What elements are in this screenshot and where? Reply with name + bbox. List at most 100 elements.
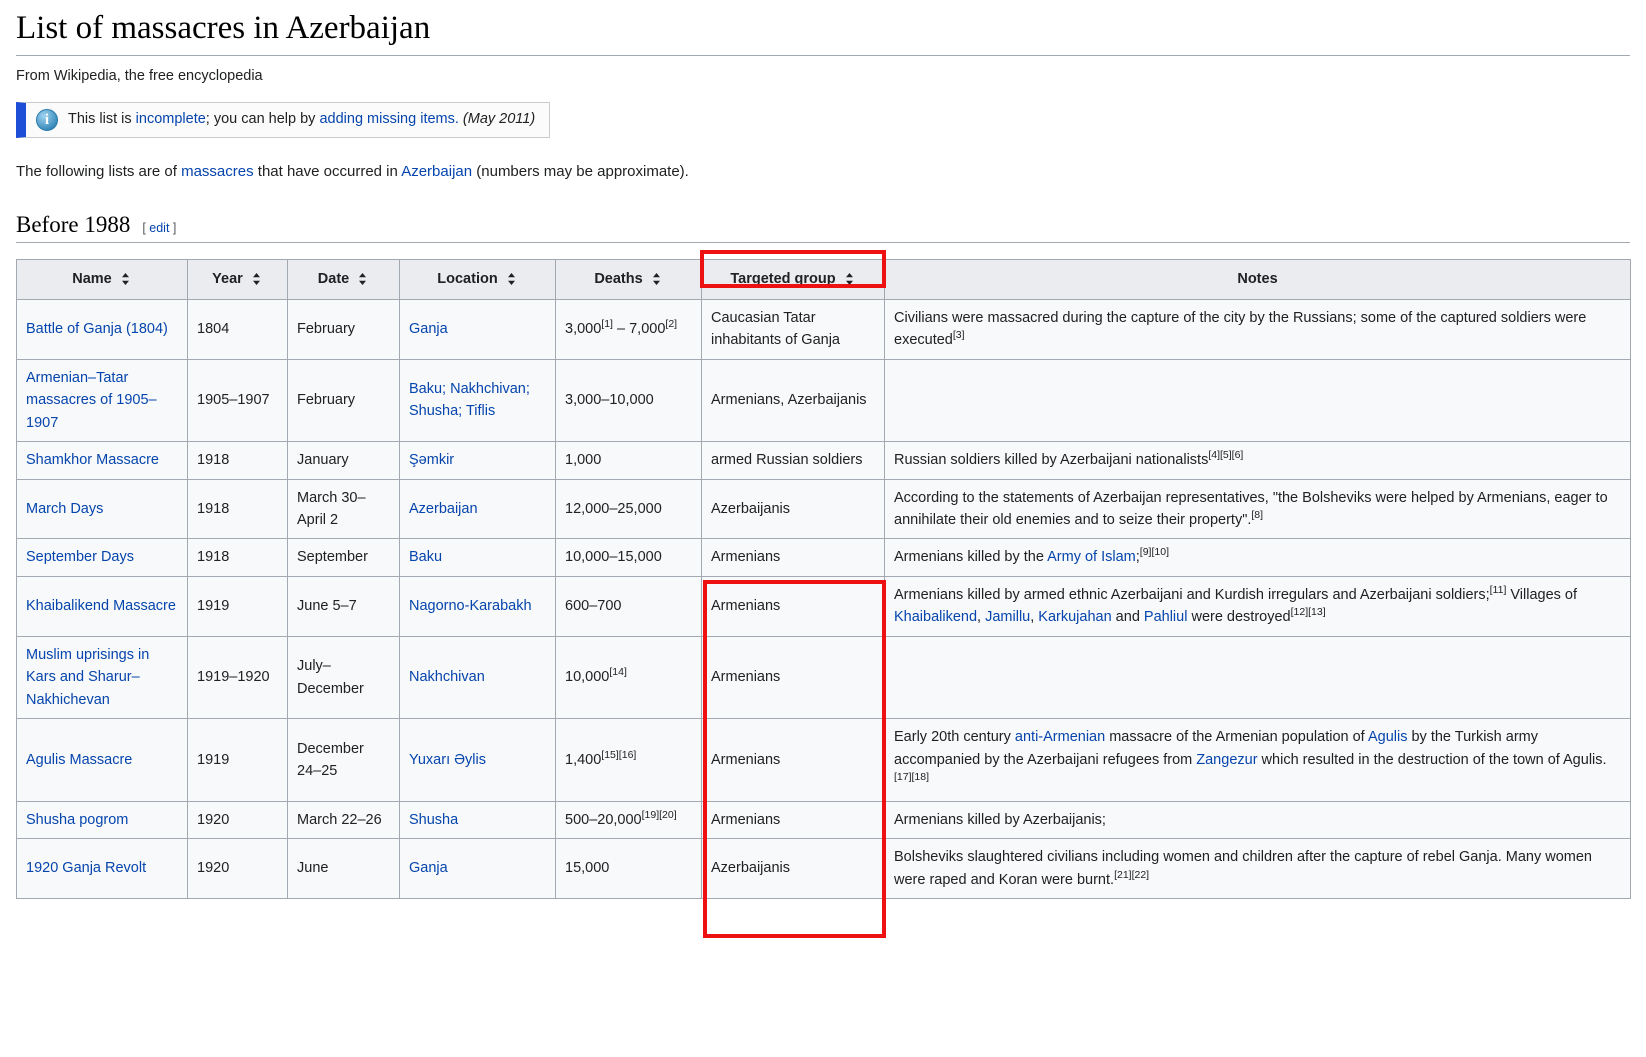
agulis-link[interactable]: Agulis — [1368, 729, 1408, 745]
cell-deaths: 500–20,000[19][20] — [555, 800, 702, 840]
reference-link[interactable]: [8] — [1251, 509, 1263, 521]
column-header-date[interactable]: Date — [287, 259, 400, 300]
cell-notes: Armenians killed by Azerbaijanis; — [884, 800, 1631, 840]
column-header-name[interactable]: Name — [16, 259, 188, 300]
table-row: 1920 Ganja Revolt 1920 June Ganja 15,000… — [16, 838, 1631, 900]
row-name-link[interactable]: Agulis Massacre — [26, 752, 132, 768]
row-name-link[interactable]: 1920 Ganja Revolt — [26, 860, 146, 876]
notes-text: Armenians killed by the — [894, 549, 1048, 566]
incomplete-link[interactable]: incomplete — [136, 111, 206, 127]
row-name-link[interactable]: September Days — [26, 549, 134, 565]
row-name-link[interactable]: March Days — [26, 501, 103, 517]
cell-date: March 22–26 — [287, 800, 400, 840]
table-row: Khaibalikend Massacre 1919 June 5–7 Nago… — [16, 575, 1631, 637]
sort-icon[interactable] — [120, 272, 132, 286]
army-of-islam-link[interactable]: Army of Islam — [1047, 549, 1136, 565]
cell-location: Nagorno-Karabakh — [399, 575, 556, 637]
location-link[interactable]: Azerbaijan — [409, 501, 478, 517]
cell-deaths: 10,000[14] — [555, 635, 702, 720]
row-name-link[interactable]: Khaibalikend Massacre — [26, 598, 176, 614]
cell-location: Azerbaijan — [399, 478, 556, 540]
azerbaijan-link[interactable]: Azerbaijan — [401, 163, 472, 180]
reference-link[interactable]: [17][18] — [894, 771, 929, 783]
reference-link[interactable]: [21][22] — [1114, 869, 1149, 881]
section-heading-label: Before 1988 — [16, 212, 131, 238]
column-header-deaths[interactable]: Deaths — [555, 259, 702, 300]
adding-missing-items-link[interactable]: adding missing items. — [319, 111, 458, 127]
reference-link[interactable]: [9][10] — [1140, 547, 1169, 559]
cell-date: June 5–7 — [287, 575, 400, 637]
cell-date: March 30–April 2 — [287, 478, 400, 540]
cell-notes: Armenians killed by the Army of Islam;[9… — [884, 538, 1631, 577]
sort-icon[interactable] — [357, 272, 369, 286]
reference-link[interactable]: [4][5][6] — [1208, 449, 1243, 461]
location-link[interactable]: Nakhchivan — [409, 669, 485, 685]
cell-targeted-group: armed Russian soldiers — [701, 441, 885, 480]
table-row: March Days 1918 March 30–April 2 Azerbai… — [16, 478, 1631, 540]
reference-link[interactable]: [12][13] — [1291, 607, 1326, 619]
cell-deaths: 15,000 — [555, 838, 702, 900]
location-link[interactable]: Nagorno-Karabakh — [409, 598, 532, 614]
village-link-khaibalikend[interactable]: Khaibalikend — [894, 609, 977, 625]
reference-link[interactable]: [2] — [665, 318, 677, 330]
column-header-targeted-group[interactable]: Targeted group — [701, 259, 885, 300]
row-name-link[interactable]: Shamkhor Massacre — [26, 452, 159, 468]
table-row: Battle of Ganja (1804) 1804 February Gan… — [16, 298, 1631, 360]
location-link[interactable]: Shusha — [409, 812, 458, 828]
sort-icon[interactable] — [251, 272, 263, 286]
sort-icon[interactable] — [844, 272, 856, 286]
notes-text-4: which resulted in the destruction of the… — [1257, 751, 1607, 768]
sort-icon[interactable] — [506, 272, 518, 286]
notes-text-2: massacre of the Armenian population of — [1105, 729, 1368, 746]
massacres-link[interactable]: massacres — [181, 163, 254, 180]
cell-name: 1920 Ganja Revolt — [16, 838, 188, 900]
row-name-link[interactable]: Battle of Ganja (1804) — [26, 321, 168, 337]
cell-notes: Civilians were massacred during the capt… — [884, 298, 1631, 360]
edit-link[interactable]: edit — [149, 221, 169, 235]
village-link-pahliul[interactable]: Pahliul — [1144, 609, 1188, 625]
reference-link[interactable]: [15][16] — [601, 749, 636, 761]
village-link-jamillu[interactable]: Jamillu — [985, 609, 1030, 625]
location-link[interactable]: Yuxarı Əylis — [409, 752, 486, 768]
reference-link[interactable]: [14] — [609, 667, 627, 679]
location-link[interactable]: Ganja — [409, 860, 448, 876]
reference-link[interactable]: [3] — [953, 329, 965, 341]
cell-location: Ganja — [399, 838, 556, 900]
location-link[interactable]: Baku — [409, 549, 442, 565]
row-name-link[interactable]: Armenian–Tatar massacres of 1905–1907 — [26, 370, 157, 431]
village-link-karkujahan[interactable]: Karkujahan — [1038, 609, 1111, 625]
column-header-deaths-label: Deaths — [594, 271, 643, 288]
cell-year: 1919 — [187, 718, 288, 802]
cell-name: Muslim uprisings in Kars and Sharur–Nakh… — [16, 635, 188, 720]
zangezur-link[interactable]: Zangezur — [1196, 752, 1257, 768]
intro-part3: (numbers may be approximate). — [472, 163, 689, 181]
location-link[interactable]: Baku; Nakhchivan; Shusha; Tiflis — [409, 381, 530, 419]
reference-link[interactable]: [1] — [601, 318, 613, 330]
sort-icon[interactable] — [651, 272, 663, 286]
notes-text: Early 20th century — [894, 729, 1015, 746]
row-name-link[interactable]: Muslim uprisings in Kars and Sharur–Nakh… — [26, 647, 149, 708]
cell-year: 1905–1907 — [187, 358, 288, 443]
row-name-link[interactable]: Shusha pogrom — [26, 812, 128, 828]
table-row: Shusha pogrom 1920 March 22–26 Shusha 50… — [16, 800, 1631, 840]
location-link[interactable]: Şəmkir — [409, 452, 454, 468]
column-header-location[interactable]: Location — [399, 259, 556, 300]
cell-notes: According to the statements of Azerbaija… — [884, 478, 1631, 540]
table-row: Shamkhor Massacre 1918 January Şəmkir 1,… — [16, 441, 1631, 480]
anti-armenian-link[interactable]: anti-Armenian — [1015, 729, 1105, 745]
cell-name: Agulis Massacre — [16, 718, 188, 802]
reference-link[interactable]: [11] — [1490, 584, 1507, 596]
column-header-year[interactable]: Year — [187, 259, 288, 300]
cell-year: 1920 — [187, 800, 288, 840]
cell-year: 1920 — [187, 838, 288, 900]
cell-name: March Days — [16, 478, 188, 540]
site-tagline: From Wikipedia, the free encyclopedia — [16, 68, 263, 85]
reference-link[interactable]: [19][20] — [642, 809, 677, 821]
edit-bracket-close: ] — [169, 221, 177, 236]
cell-deaths: 3,000–10,000 — [555, 358, 702, 443]
cell-notes: Early 20th century anti-Armenian massacr… — [884, 718, 1631, 802]
cell-targeted-group: Azerbaijanis — [701, 478, 885, 540]
cell-notes: Bolsheviks slaughtered civilians includi… — [884, 838, 1631, 900]
table-row: Agulis Massacre 1919 December 24–25 Yuxa… — [16, 718, 1631, 802]
location-link[interactable]: Ganja — [409, 321, 448, 337]
